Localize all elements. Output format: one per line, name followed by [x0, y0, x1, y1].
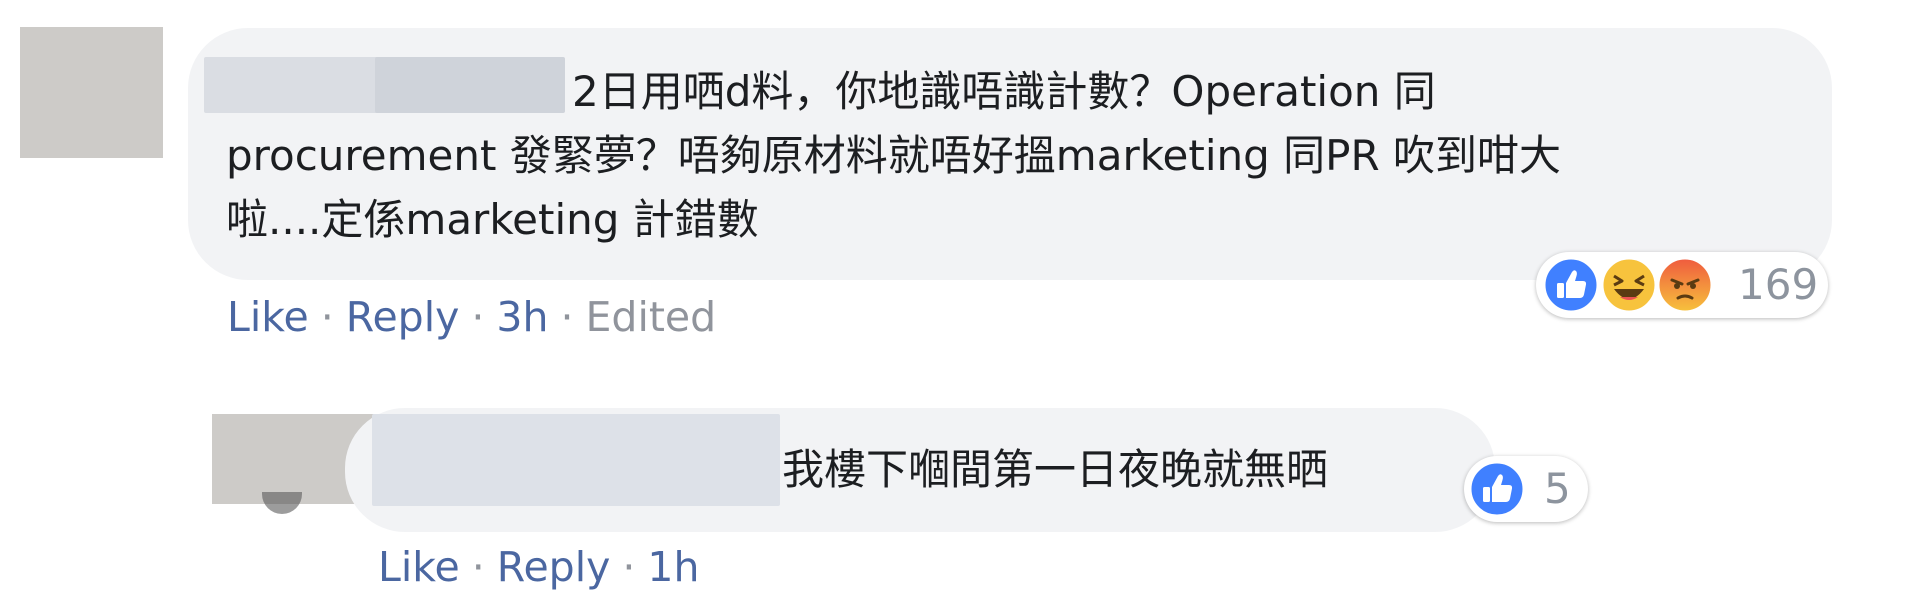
angry-icon	[1656, 256, 1714, 314]
author-name-redacted-part	[375, 57, 565, 113]
like-icon	[1542, 256, 1600, 314]
timestamp-link[interactable]: 1h	[647, 543, 699, 591]
separator: ·	[560, 293, 574, 341]
reply-link[interactable]: Reply	[497, 543, 611, 591]
reply-actions: Like · Reply · 1h	[378, 542, 699, 592]
reply-avatar-edge	[262, 492, 302, 514]
separator: ·	[471, 293, 485, 341]
like-link[interactable]: Like	[227, 293, 309, 341]
timestamp-link[interactable]: 3h	[496, 293, 548, 341]
reply-text: 我樓下嗰間第一日夜晚就無晒	[782, 445, 1329, 494]
separator: ·	[471, 543, 485, 591]
reply-reactions-summary[interactable]: 5	[1464, 456, 1588, 522]
comment-actions: Like · Reply · 3h · Edited	[227, 292, 716, 342]
edited-label[interactable]: Edited	[586, 293, 717, 341]
reaction-count: 169	[1738, 260, 1819, 309]
reply-link[interactable]: Reply	[346, 293, 460, 341]
haha-icon	[1600, 256, 1658, 314]
avatar[interactable]	[20, 27, 163, 158]
comment-text-line-2: procurement 發緊夢？唔夠原材料就唔好搵marketing 同PR 吹…	[226, 131, 1561, 180]
separator: ·	[622, 543, 636, 591]
reactions-summary[interactable]: 169	[1536, 252, 1828, 318]
reply-author-name-redacted[interactable]	[372, 414, 780, 506]
reply-reaction-count: 5	[1544, 464, 1571, 513]
like-link[interactable]: Like	[378, 543, 460, 591]
separator: ·	[320, 293, 334, 341]
like-icon	[1468, 460, 1526, 518]
comment-text-line-1: 2日用哂d料，你地識唔識計數？Operation 同	[572, 67, 1436, 116]
comment-text-line-3: 啦....定係marketing 計錯數	[226, 195, 759, 244]
